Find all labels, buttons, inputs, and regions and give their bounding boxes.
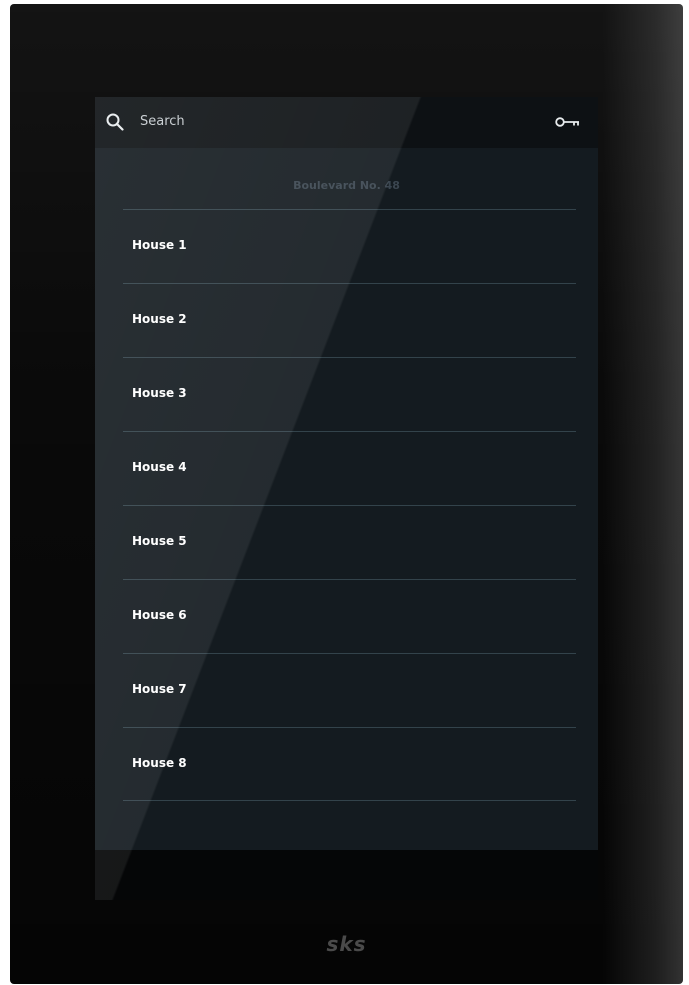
touch-screen: Search Boulevard No. 48 House 1 House 2 … [95,97,598,900]
list-item[interactable]: House 1 [123,209,576,283]
list-item[interactable]: House 3 [123,357,576,431]
list-item[interactable]: House 8 [123,727,576,801]
key-icon[interactable] [555,115,581,129]
house-label: House 3 [132,386,187,400]
house-list: House 1 House 2 House 3 House 4 House 5 … [123,209,576,801]
building-title: Boulevard No. 48 [293,179,400,192]
list-item[interactable]: House 7 [123,653,576,727]
house-label: House 5 [132,534,187,548]
house-label: House 1 [132,238,187,252]
search-input[interactable]: Search [140,114,185,129]
house-label: House 6 [132,608,187,622]
house-label: House 7 [132,682,187,696]
list-item[interactable]: House 5 [123,505,576,579]
search-icon[interactable] [106,113,124,131]
house-label: House 2 [132,312,187,326]
footer-bar [95,850,598,900]
intercom-device: Search Boulevard No. 48 House 1 House 2 … [10,4,683,984]
list-item[interactable]: House 2 [123,283,576,357]
house-label: House 4 [132,460,187,474]
house-label: House 8 [132,756,187,770]
list-item[interactable]: House 6 [123,579,576,653]
search-header: Search [95,97,598,148]
brand-logo: sks [326,932,367,956]
list-item[interactable]: House 4 [123,431,576,505]
